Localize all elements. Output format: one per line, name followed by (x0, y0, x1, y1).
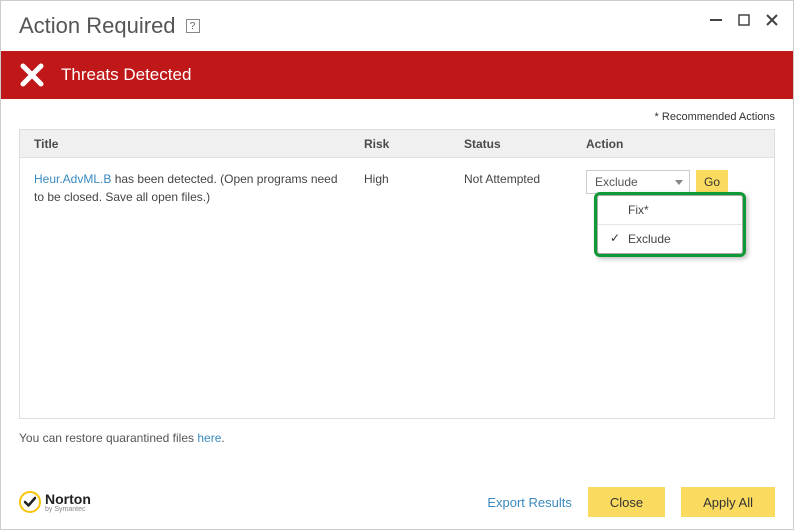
recommended-actions-label: * Recommended Actions (19, 111, 775, 123)
norton-name: Norton (45, 492, 91, 506)
threats-table: Title Risk Status Action Heur.AdvML.B ha… (19, 129, 775, 419)
dropdown-option-exclude[interactable]: Exclude (598, 225, 742, 253)
col-header-action: Action (582, 137, 774, 151)
dropdown-option-fix[interactable]: Fix* (598, 196, 742, 225)
threat-x-icon (19, 62, 45, 88)
help-icon[interactable]: ? (186, 19, 200, 33)
restore-hint: You can restore quarantined files here. (19, 431, 775, 445)
apply-all-button[interactable]: Apply All (681, 487, 775, 517)
action-select[interactable]: Exclude (586, 170, 690, 194)
threat-risk: High (360, 170, 460, 206)
close-button[interactable]: Close (588, 487, 665, 517)
norton-logo: Norton by Symantec (19, 491, 91, 513)
threat-banner: Threats Detected (1, 51, 793, 99)
threat-status: Not Attempted (460, 170, 582, 206)
go-button[interactable]: Go (696, 170, 728, 194)
chevron-down-icon (675, 180, 683, 185)
norton-subtitle: by Symantec (45, 506, 91, 513)
threat-name-link[interactable]: Heur.AdvML.B (34, 172, 111, 186)
action-dropdown-menu: Fix* Exclude (594, 192, 746, 257)
restore-here-link[interactable]: here (197, 431, 221, 445)
col-header-status: Status (460, 137, 582, 151)
action-select-value: Exclude (595, 175, 638, 189)
page-title: Action Required (19, 13, 176, 39)
banner-title: Threats Detected (61, 65, 191, 85)
norton-check-icon (19, 491, 41, 513)
close-window-button[interactable] (763, 11, 781, 29)
export-results-link[interactable]: Export Results (487, 495, 572, 510)
maximize-button[interactable] (735, 11, 753, 29)
col-header-risk: Risk (360, 137, 460, 151)
minimize-button[interactable] (707, 11, 725, 29)
col-header-title: Title (20, 137, 360, 151)
